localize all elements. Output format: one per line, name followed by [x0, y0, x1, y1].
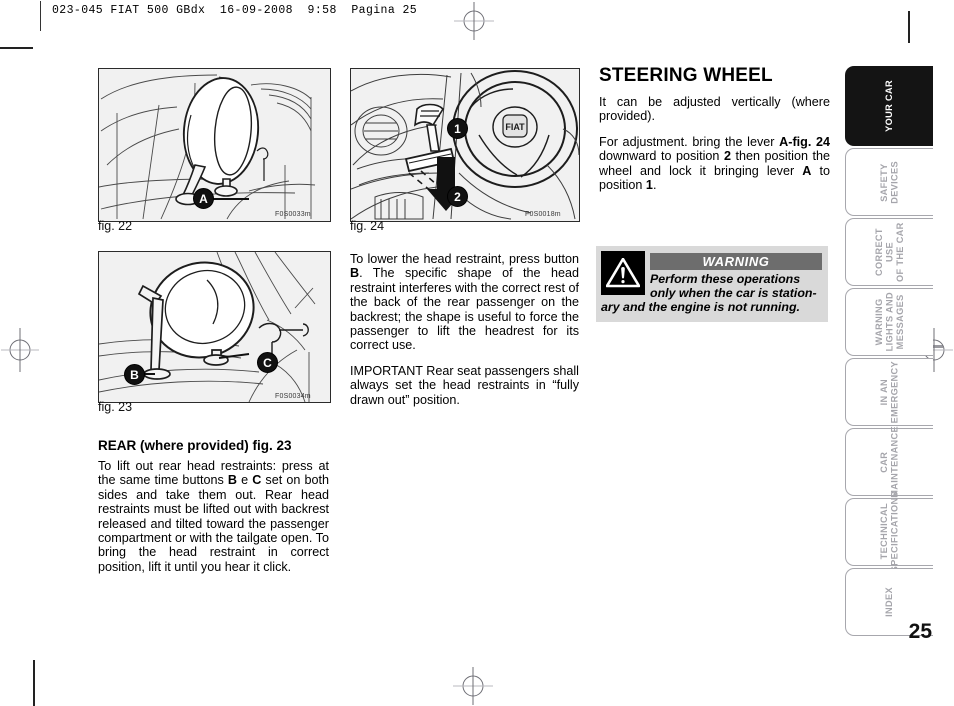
crop-mark-top-left	[0, 47, 33, 49]
warning-text-line-2: only when the car is station-	[650, 286, 817, 300]
left-p1-bold-c: C	[252, 473, 262, 488]
sidebar-tab-index-label: INDEX	[884, 587, 895, 617]
crop-mark-bottom-left	[33, 660, 35, 706]
sidebar-tab-car-maintenance[interactable]: CAR MAINTENANCE	[845, 426, 933, 498]
sidebar-tab-safety-devices-labelwrap: SAFETY DEVICES	[846, 149, 933, 215]
figure-22-caption: fig. 22	[98, 219, 133, 233]
manual-page: 023-045 FIAT 500 GBdx 16-09-2008 9:58 Pa…	[0, 0, 954, 706]
figure-24-caption: fig. 24	[350, 219, 385, 233]
slug-rule	[40, 1, 41, 31]
figure-24-callout-1: 1	[447, 118, 468, 139]
right-p2-bold-1: 1	[645, 177, 653, 192]
left-heading-bold: REAR	[98, 438, 137, 453]
sidebar-tab-your-car[interactable]: YOUR CAR	[845, 66, 933, 146]
middle-paragraph-2: IMPORTANT Rear seat passengers shall alw…	[350, 363, 579, 407]
sidebar-tab-warning-lights-label: WARNING LIGHTS AND MESSAGES	[873, 292, 905, 352]
sidebar-tab-technical-specifications-labelwrap: TECHNICAL SPECIFICATIONS	[846, 491, 933, 572]
sidebar-tab-correct-use[interactable]: CORRECT USE OF THE CAR	[845, 218, 933, 286]
sidebar-tab-safety-devices[interactable]: SAFETY DEVICES	[845, 148, 933, 216]
sidebar-tab-technical-specifications-label: TECHNICAL SPECIFICATIONS	[879, 491, 900, 573]
figure-24-callout-2: 2	[447, 186, 468, 207]
sidebar-tab-your-car-label: YOUR CAR	[884, 80, 895, 132]
warning-text-line-1: Perform these operations	[650, 272, 801, 286]
middle-column: To lower the head restraint, press butto…	[350, 252, 579, 407]
sidebar-tab-car-maintenance-label: CAR MAINTENANCE	[879, 426, 900, 498]
right-p2-part5: .	[652, 177, 657, 192]
sidebar-tab-technical-specifications[interactable]: TECHNICAL SPECIFICATIONS	[845, 491, 933, 573]
left-p1-sep: e	[236, 473, 253, 488]
sidebar-tab-safety-devices-label: SAFETY DEVICES	[879, 160, 900, 204]
warning-header: WARNING	[650, 253, 822, 270]
figure-23-callout-c: C	[257, 352, 278, 373]
figure-22	[98, 68, 331, 222]
sidebar-tab-in-an-emergency-label: IN AN EMERGENCY	[879, 360, 900, 424]
left-column-heading: REAR (where provided) fig. 23	[98, 438, 329, 453]
sidebar-tab-in-an-emergency-labelwrap: IN AN EMERGENCY	[846, 359, 933, 425]
sidebar-tab-correct-use-label: CORRECT USE OF THE CAR	[873, 222, 905, 282]
right-p2-bold-2: 2	[723, 149, 731, 164]
middle-paragraph-1: To lower the head restraint, press butto…	[350, 252, 579, 353]
figure-23-caption: fig. 23	[98, 400, 133, 414]
right-paragraph-2: For adjustment. bring the lever A-fig. 2…	[599, 135, 830, 193]
right-p2-bold-afig24: A-fig. 24	[779, 134, 831, 149]
right-p2-part1: For adjustment. bring the lever	[599, 134, 780, 149]
sidebar-tab-car-maintenance-labelwrap: CAR MAINTENANCE	[846, 426, 933, 498]
svg-text:FIAT: FIAT	[505, 122, 525, 132]
figure-23-callout-b: B	[124, 364, 145, 385]
print-slug: 023-045 FIAT 500 GBdx 16-09-2008 9:58 Pa…	[52, 4, 418, 17]
registration-mark-left	[0, 328, 40, 372]
figure-24-code: F0S0018m	[525, 211, 561, 218]
registration-mark-bottom	[453, 666, 493, 706]
figure-22-code: F0S0033m	[275, 211, 311, 218]
figure-22-callout-a: A	[193, 188, 214, 209]
right-paragraph-1: It can be adjusted vertically (where pro…	[599, 94, 830, 124]
warning-triangle-icon	[601, 251, 645, 295]
middle-p1-part1: To lower the head restraint, press butto…	[350, 252, 579, 266]
page-number: 25	[908, 620, 932, 643]
left-p1-bold-b: B	[227, 473, 237, 488]
sidebar-tab-warning-lights-labelwrap: WARNING LIGHTS AND MESSAGES	[846, 289, 933, 355]
left-p1-part2: set on both sides and take them out. Rea…	[98, 473, 329, 574]
left-heading-rest: (where provided) fig. 23	[136, 438, 292, 453]
warning-text-line-3: ary and the engine is not running.	[601, 300, 800, 314]
left-column: REAR (where provided) fig. 23 To lift ou…	[98, 438, 329, 574]
page-title: STEERING WHEEL	[599, 65, 773, 86]
sidebar-tab-warning-lights[interactable]: WARNING LIGHTS AND MESSAGES	[845, 288, 933, 356]
sidebar-tab-your-car-labelwrap: YOUR CAR	[846, 67, 933, 145]
warning-triangle-glyph	[606, 258, 640, 288]
sidebar-tab-in-an-emergency[interactable]: IN AN EMERGENCY	[845, 358, 933, 426]
left-paragraph-1: To lift out rear head restraints: press …	[98, 459, 329, 574]
right-column: STEERING WHEEL It can be adjusted vertic…	[599, 66, 830, 192]
figure-23-code: F0S0034m	[275, 393, 311, 400]
middle-p1-bold-b: B	[350, 266, 360, 281]
registration-mark-top	[454, 1, 494, 41]
warning-box: WARNING Perform these operations only wh…	[596, 246, 828, 322]
crop-mark-top-right	[908, 11, 910, 43]
sidebar-tab-correct-use-labelwrap: CORRECT USE OF THE CAR	[846, 219, 933, 285]
right-p2-part2: downward to position	[599, 149, 724, 164]
middle-p1-part2: . The specific shape of the head restrai…	[350, 266, 579, 353]
